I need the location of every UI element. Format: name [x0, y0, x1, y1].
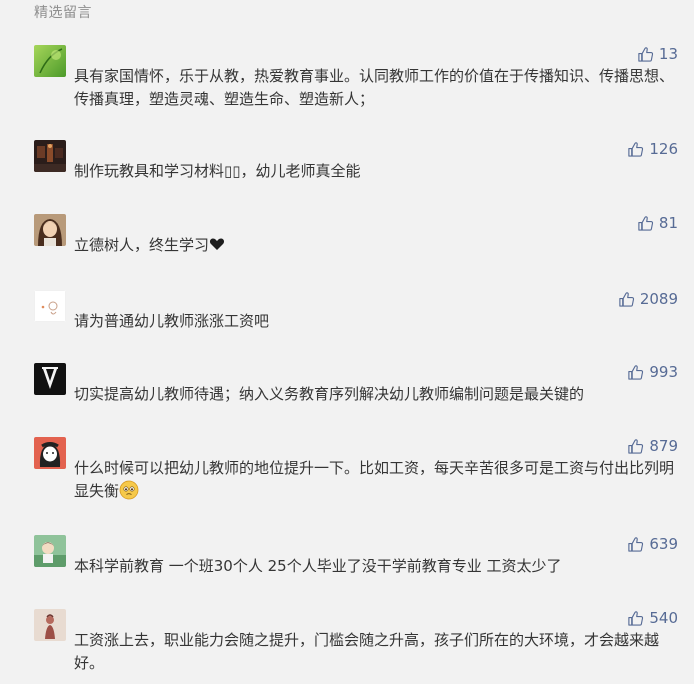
- comment-text: 具有家国情怀，乐于从教，热爱教育事业。认同教师工作的价值在于传播知识、传播思想、…: [74, 67, 675, 108]
- green-leaf-avatar[interactable]: [34, 45, 66, 77]
- like-button[interactable]: 993: [627, 363, 678, 381]
- thumbs-up-icon: [618, 291, 635, 308]
- like-button[interactable]: 126: [627, 140, 678, 158]
- like-count: 81: [658, 214, 678, 232]
- comment-text: 请为普通幼儿教师涨涨工资吧: [74, 312, 270, 330]
- sketch-avatar[interactable]: [34, 290, 66, 322]
- thumbs-up-icon: [627, 536, 644, 553]
- like-button[interactable]: 540: [627, 609, 678, 627]
- thumbs-up-icon: [627, 141, 644, 158]
- pleading-face-icon: [119, 480, 139, 500]
- like-count: 13: [658, 45, 678, 63]
- comment-text: 本科学前教育 一个班30个人 25个人毕业了没干学前教育专业 工资太少了: [74, 557, 562, 575]
- thumbs-up-icon: [637, 215, 654, 232]
- comment-text: 什么时候可以把幼儿教师的地位提升一下。比如工资，每天辛苦很多可是工资与付出比列明…: [74, 459, 675, 500]
- like-count: 993: [649, 363, 678, 381]
- like-count: 540: [649, 609, 678, 627]
- thumbs-up-icon: [637, 46, 654, 63]
- thumbs-up-icon: [627, 438, 644, 455]
- like-button[interactable]: 2089: [618, 290, 678, 308]
- like-button[interactable]: 639: [627, 535, 678, 553]
- like-button[interactable]: 879: [627, 437, 678, 455]
- thumbs-up-icon: [627, 364, 644, 381]
- like-count: 2089: [639, 290, 678, 308]
- cartoon-child-avatar[interactable]: [34, 535, 66, 567]
- like-count: 879: [649, 437, 678, 455]
- like-button[interactable]: 13: [637, 45, 678, 63]
- comment-text: 制作玩教具和学习材料▯▯，幼儿老师真全能: [74, 162, 361, 180]
- comment-text: 立德树人，终生学习: [74, 236, 210, 254]
- girl-portrait-avatar[interactable]: [34, 214, 66, 246]
- like-count: 639: [649, 535, 678, 553]
- comment-text: 切实提高幼儿教师待遇；纳入义务教育序列解决幼儿教师编制问题是最关键的: [74, 385, 585, 403]
- suit-avatar[interactable]: [34, 363, 66, 395]
- like-count: 126: [649, 140, 678, 158]
- like-button[interactable]: 81: [637, 214, 678, 232]
- comment-text: 工资涨上去，职业能力会随之提升，门槛会随之升高，孩子们所在的大环境，才会越来越好…: [74, 631, 660, 672]
- figure-avatar[interactable]: [34, 609, 66, 641]
- thumbs-up-icon: [627, 610, 644, 627]
- cartoon-girl-avatar[interactable]: [34, 437, 66, 469]
- black-heart-icon: [209, 236, 225, 252]
- comment-content: 立德树人，终生学习: [74, 234, 674, 257]
- section-title: 精选留言: [34, 5, 92, 21]
- comment-content: 什么时候可以把幼儿教师的地位提升一下。比如工资，每天辛苦很多可是工资与付出比列明…: [74, 457, 674, 503]
- dark-room-avatar[interactable]: [34, 140, 66, 172]
